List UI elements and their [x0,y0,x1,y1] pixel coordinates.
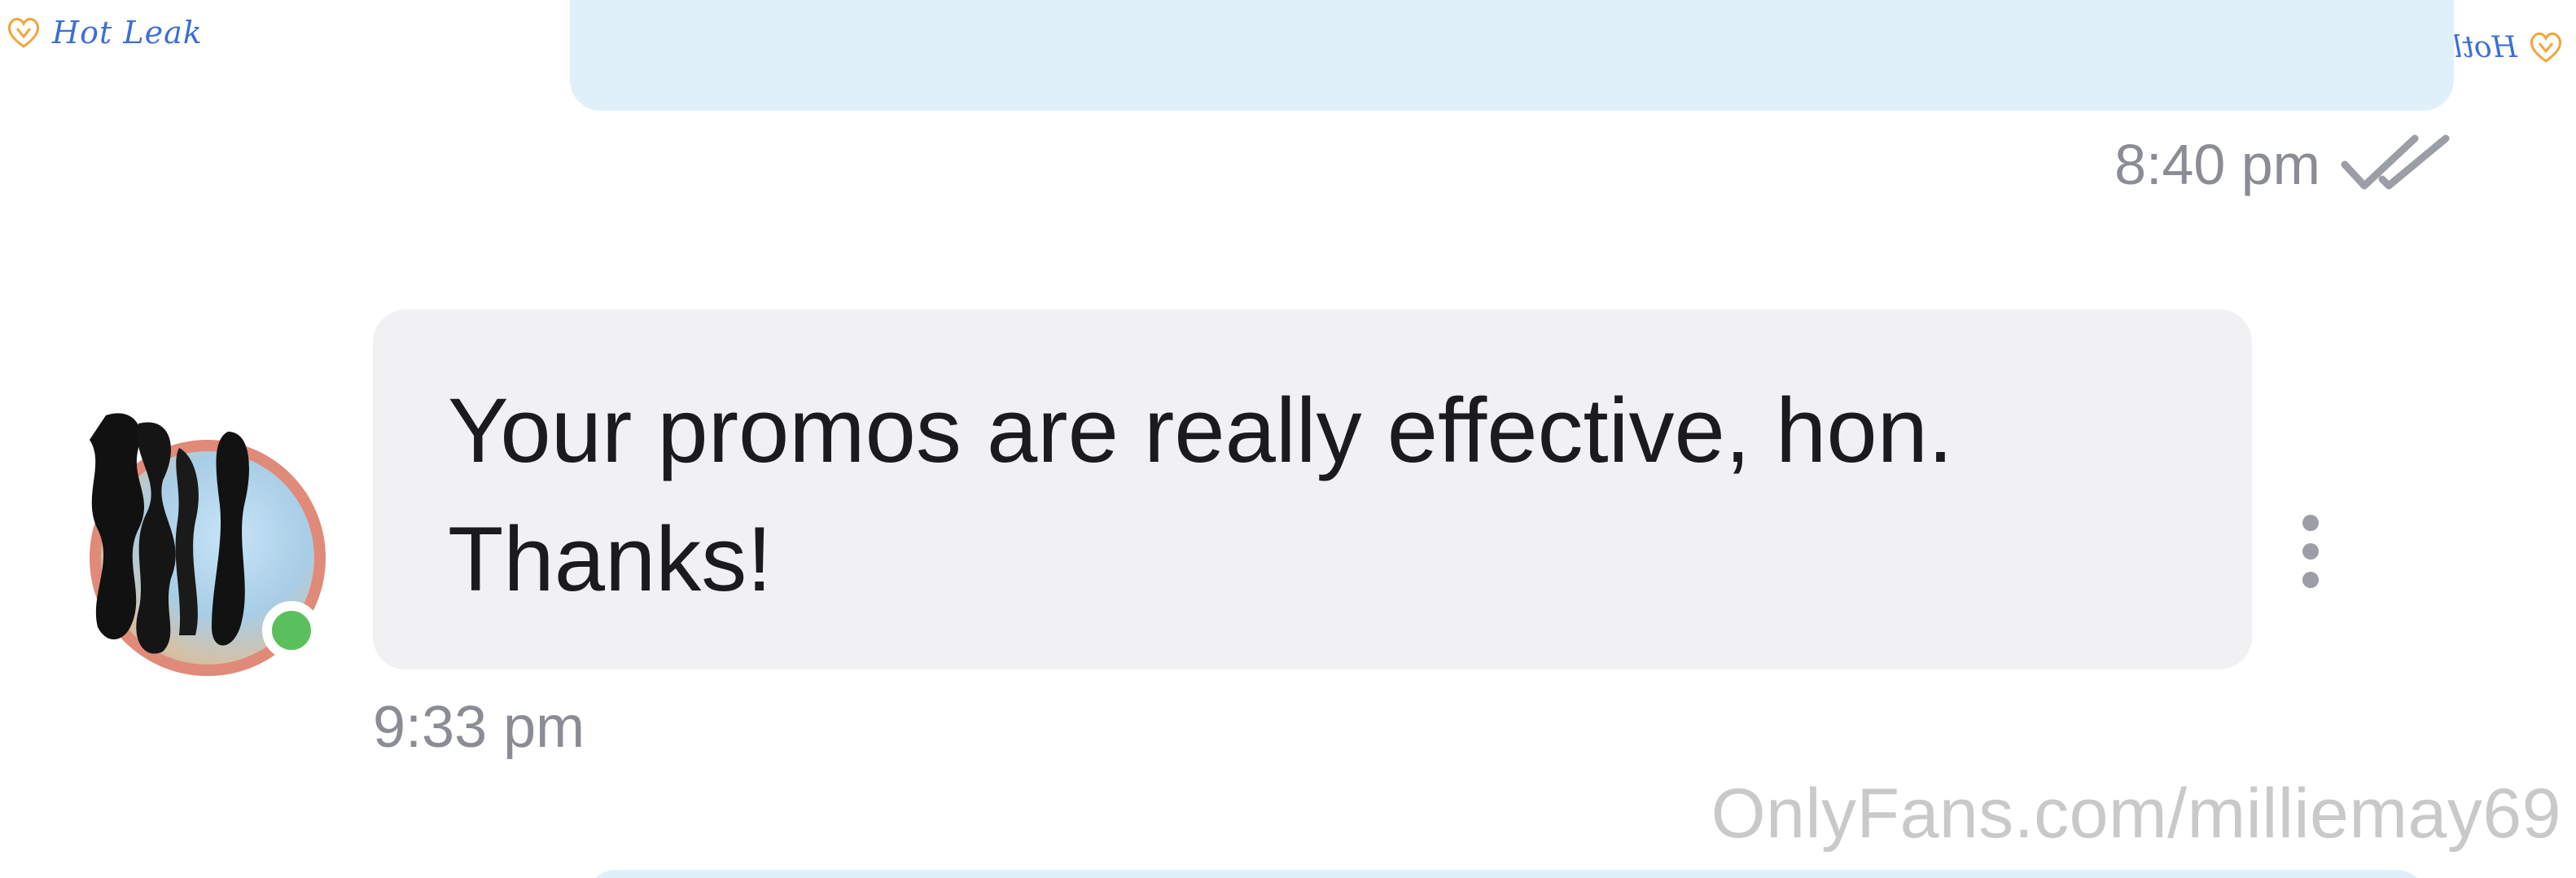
outgoing-message-bubble[interactable]: never deleted! XXX [570,0,2454,111]
incoming-message-line-2: Thanks! [448,508,773,610]
double-check-icon [2341,134,2450,190]
heart-logo-icon [2530,32,2562,63]
sender-avatar[interactable] [81,399,335,676]
incoming-message-time: 9:33 pm [373,695,585,760]
incoming-message-text: Your promos are really effective, hon. T… [448,367,2158,624]
outgoing-message-text: never deleted! XXX [635,0,1224,10]
incoming-message-line-1: Your promos are really effective, hon. [448,380,1954,481]
heart-logo-icon [7,17,40,48]
avatar-redaction-scribble [90,413,249,654]
hotleak-watermark-left: Hot Leak [3,8,203,57]
next-outgoing-message-bubble[interactable] [586,870,2426,878]
incoming-message-bubble[interactable]: Your promos are really effective, hon. T… [373,309,2252,669]
watermark-left-text: Hot Leak [52,15,203,50]
online-status-indicator [262,601,321,660]
message-more-options-icon[interactable] [2294,515,2327,588]
onlyfans-url-watermark: OnlyFans.com/milliemay69 [1711,775,2561,853]
outgoing-message-time: 8:40 pm [2114,133,2320,196]
outgoing-message-meta: 8:40 pm [2114,132,2454,197]
